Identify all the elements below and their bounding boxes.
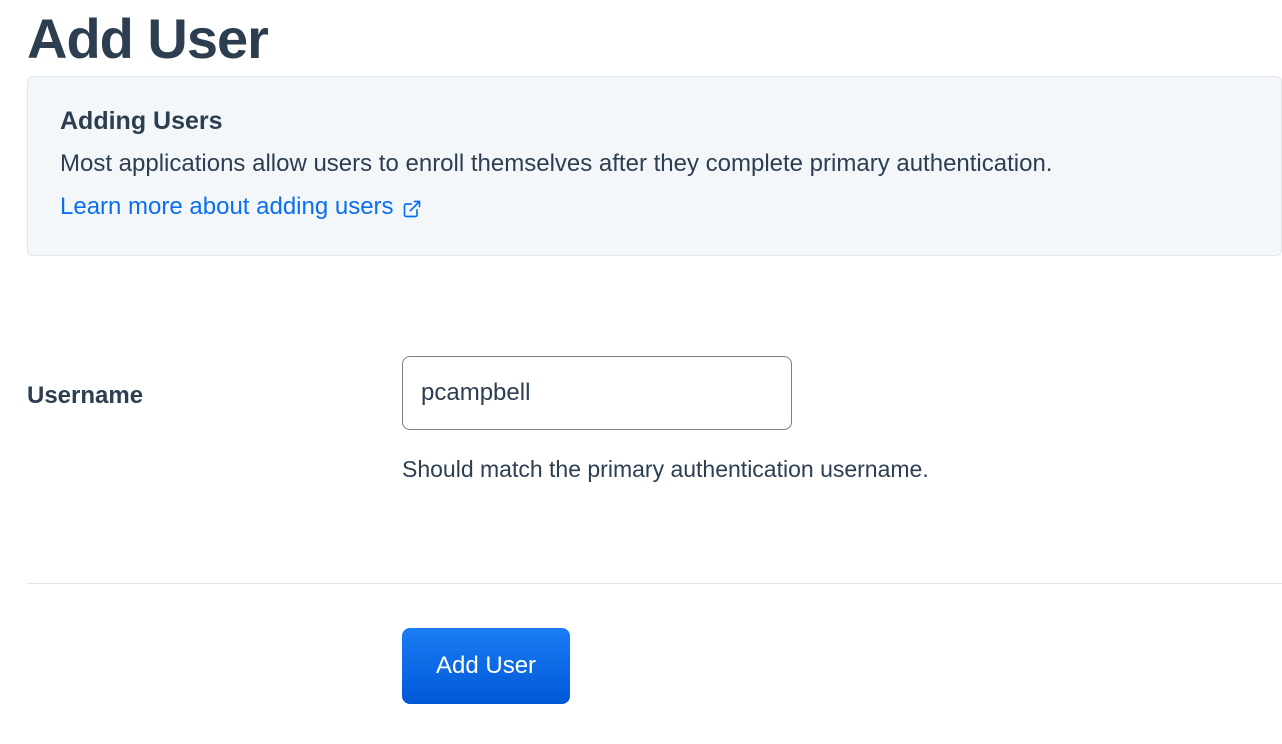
username-input[interactable] bbox=[402, 356, 792, 430]
info-panel: Adding Users Most applications allow use… bbox=[27, 76, 1282, 256]
external-link-icon bbox=[402, 198, 422, 218]
learn-more-link[interactable]: Learn more about adding users bbox=[60, 193, 422, 221]
form-divider bbox=[27, 583, 1282, 584]
username-label: Username bbox=[27, 356, 402, 410]
username-help-text: Should match the primary authentication … bbox=[402, 456, 1282, 483]
info-panel-title: Adding Users bbox=[60, 107, 1249, 136]
add-user-button[interactable]: Add User bbox=[402, 628, 570, 704]
info-panel-text: Most applications allow users to enroll … bbox=[60, 148, 1249, 179]
page-title: Add User bbox=[27, 8, 1282, 70]
learn-more-link-label: Learn more about adding users bbox=[60, 193, 394, 221]
username-row: Username Should match the primary authen… bbox=[27, 356, 1282, 483]
